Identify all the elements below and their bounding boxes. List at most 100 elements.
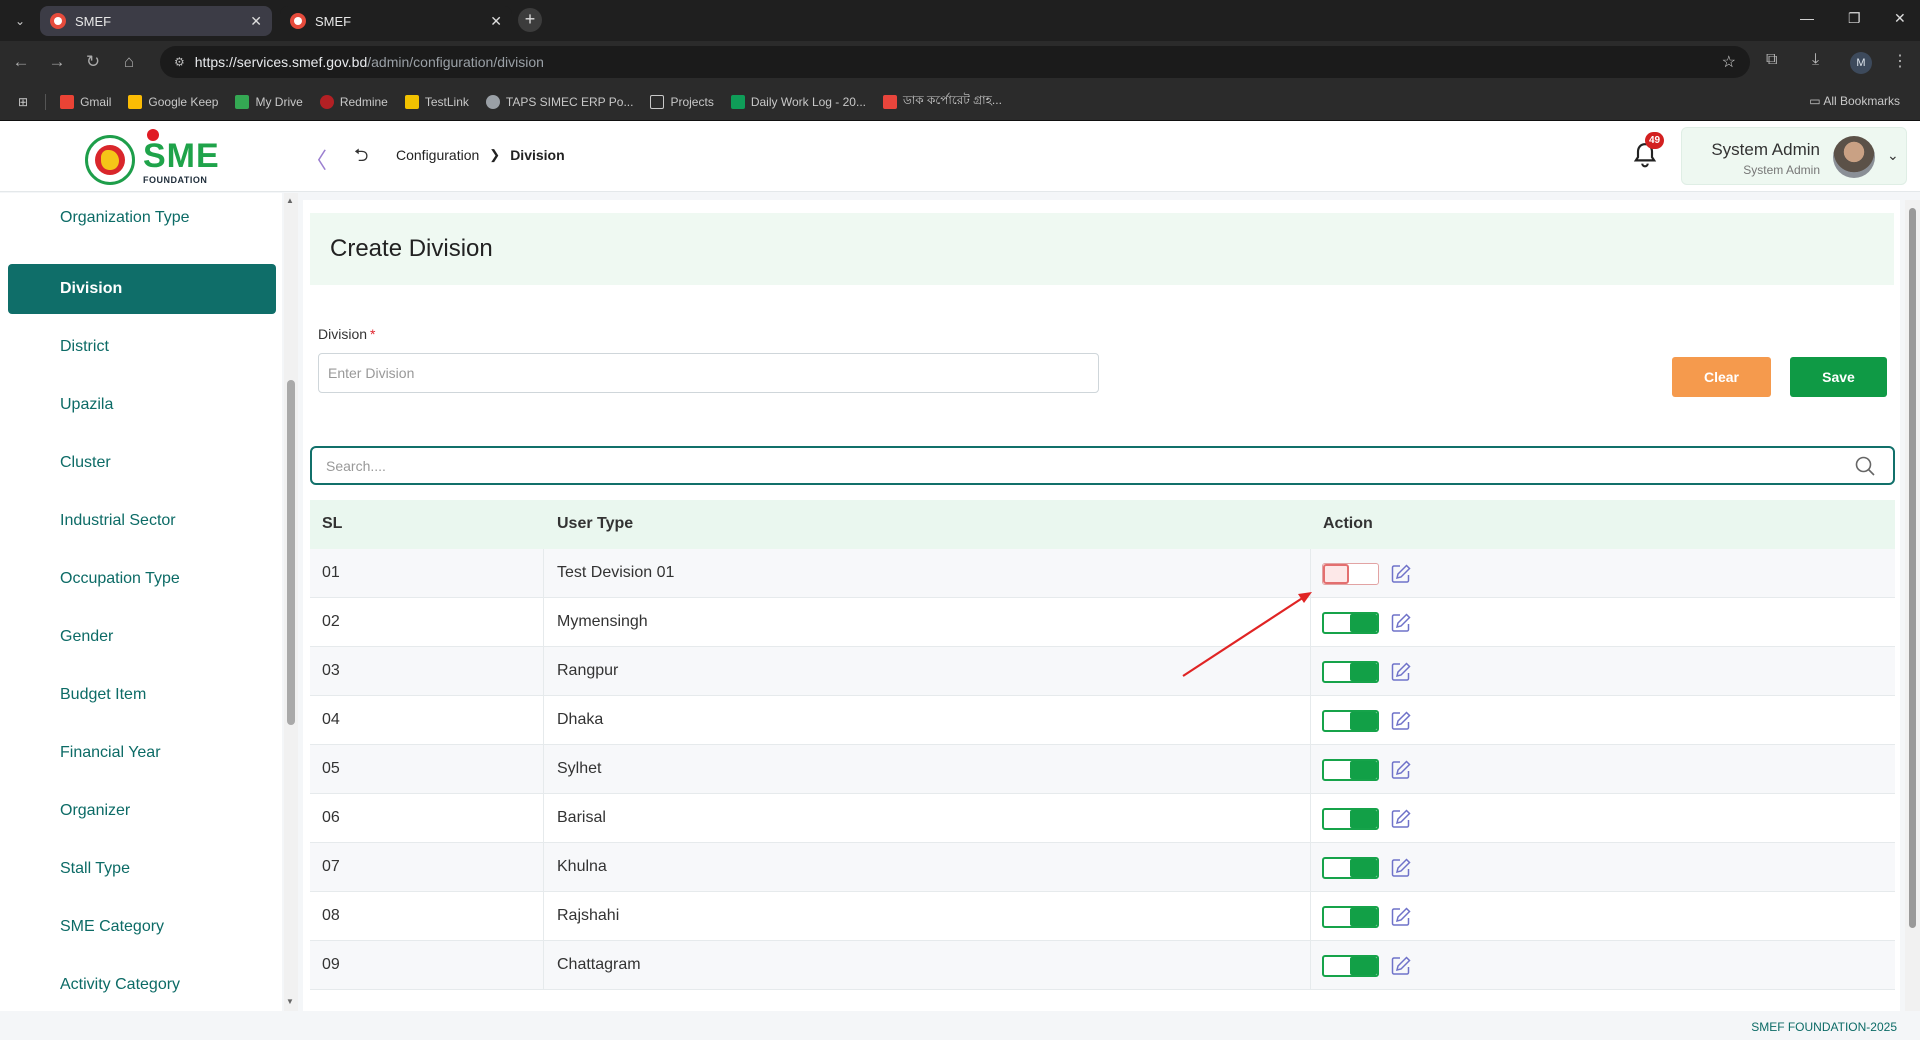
- sidebar-item-industrial-sector[interactable]: Industrial Sector: [8, 496, 276, 546]
- status-toggle[interactable]: [1322, 955, 1379, 977]
- cell-division-name: Rajshahi: [557, 907, 620, 924]
- sidebar-item-upazila[interactable]: Upazila: [8, 380, 276, 430]
- edit-icon[interactable]: [1390, 759, 1412, 781]
- undo-back-icon[interactable]: ⮌: [354, 143, 368, 173]
- minimize-icon[interactable]: —: [1800, 10, 1814, 26]
- new-tab-icon[interactable]: +: [518, 8, 542, 32]
- sidebar-item-gender[interactable]: Gender: [8, 612, 276, 662]
- scroll-up-icon[interactable]: ▲: [286, 196, 294, 205]
- sidebar-scrollbar-thumb[interactable]: [287, 380, 295, 725]
- sidebar-item-financial-year[interactable]: Financial Year: [8, 728, 276, 778]
- bookmark-star-icon[interactable]: ☆: [1722, 52, 1736, 72]
- main-scrollbar-thumb[interactable]: [1909, 208, 1916, 928]
- toggle-knob: [1323, 564, 1349, 584]
- edit-icon[interactable]: [1390, 612, 1412, 634]
- extensions-icon[interactable]: ⧉: [1766, 51, 1777, 69]
- sidebar-item-activity-category[interactable]: Activity Category: [8, 960, 276, 1010]
- breadcrumb-configuration[interactable]: Configuration: [396, 147, 479, 163]
- bookmark-daily-work-log[interactable]: Daily Work Log - 20...: [730, 94, 866, 109]
- edit-icon[interactable]: [1390, 563, 1412, 585]
- browser-tab-2[interactable]: SMEF ✕: [280, 6, 512, 36]
- apps-grid-icon[interactable]: ⊞: [18, 95, 28, 109]
- google-keep-icon: [128, 94, 143, 109]
- sidebar-collapse-icon[interactable]: 〈: [305, 143, 327, 175]
- sidebar-item-division[interactable]: Division: [8, 264, 276, 314]
- division-input[interactable]: [318, 353, 1099, 393]
- browser-tab-1[interactable]: SMEF ✕: [40, 6, 272, 36]
- bookmark-dak[interactable]: ডাক কর্পোরেট গ্রাহ...: [882, 92, 1002, 112]
- status-toggle[interactable]: [1322, 563, 1379, 585]
- sidebar-item-occupation-type[interactable]: Occupation Type: [8, 554, 276, 604]
- site-info-icon[interactable]: ⚙: [174, 55, 185, 69]
- status-toggle[interactable]: [1322, 710, 1379, 732]
- address-bar[interactable]: ⚙ https://services.smef.gov.bd/admin/con…: [160, 46, 1750, 78]
- bookmark-my-drive[interactable]: My Drive: [235, 94, 303, 109]
- tab-title: SMEF: [315, 13, 352, 29]
- restore-icon[interactable]: ❐: [1848, 10, 1861, 27]
- column-header-action: Action: [1323, 515, 1373, 532]
- app-header: SME FOUNDATION 〈 ⮌ Configuration ❯ Divis…: [0, 121, 1920, 192]
- sidebar-item-budget-item[interactable]: Budget Item: [8, 670, 276, 720]
- tab-search-menu-icon[interactable]: ⌄: [10, 11, 30, 31]
- bookmark-testlink[interactable]: TestLink: [404, 94, 469, 109]
- back-arrow-icon[interactable]: ←: [10, 52, 32, 72]
- cell-sl: 02: [322, 613, 340, 630]
- tab-close-icon[interactable]: ✕: [250, 13, 262, 30]
- sidebar-item-district[interactable]: District: [8, 322, 276, 372]
- dak-icon: [882, 94, 897, 109]
- edit-icon[interactable]: [1390, 661, 1412, 683]
- chevron-down-icon[interactable]: ⌄: [1887, 147, 1899, 164]
- edit-icon[interactable]: [1390, 808, 1412, 830]
- column-divider: [543, 843, 544, 891]
- search-input[interactable]: [326, 455, 1826, 477]
- home-icon[interactable]: ⌂: [118, 52, 140, 72]
- sidebar-item-stall-type[interactable]: Stall Type: [8, 844, 276, 894]
- column-divider: [543, 598, 544, 646]
- all-bookmarks[interactable]: ▭ All Bookmarks: [1809, 94, 1900, 108]
- sidebar: Organization Type Division District Upaz…: [0, 193, 282, 1011]
- sidebar-item-sme-category[interactable]: SME Category: [8, 902, 276, 952]
- downloads-icon[interactable]: ⤓: [1812, 51, 1819, 69]
- google-drive-icon: [235, 94, 250, 109]
- folder-icon: ▭: [1809, 94, 1824, 108]
- status-toggle[interactable]: [1322, 612, 1379, 634]
- browser-menu-icon[interactable]: ⋮: [1892, 51, 1908, 71]
- smef-logo[interactable]: SME FOUNDATION: [85, 129, 225, 185]
- user-menu[interactable]: System Admin System Admin ⌄: [1681, 127, 1907, 185]
- bookmark-taps-erp[interactable]: TAPS SIMEC ERP Po...: [485, 94, 633, 109]
- bookmark-redmine[interactable]: Redmine: [319, 94, 388, 109]
- status-toggle[interactable]: [1322, 857, 1379, 879]
- edit-icon[interactable]: [1390, 906, 1412, 928]
- forward-arrow-icon[interactable]: →: [46, 52, 68, 72]
- status-toggle[interactable]: [1322, 808, 1379, 830]
- sidebar-item-organization-type[interactable]: Organization Type: [8, 193, 276, 243]
- column-divider: [1310, 892, 1311, 940]
- status-toggle[interactable]: [1322, 759, 1379, 781]
- tab-title: SMEF: [75, 13, 112, 29]
- toggle-knob: [1350, 712, 1377, 730]
- close-window-icon[interactable]: ✕: [1894, 10, 1906, 27]
- bookmark-gmail[interactable]: Gmail: [60, 94, 111, 109]
- column-divider: [1310, 745, 1311, 793]
- save-button[interactable]: Save: [1790, 357, 1887, 397]
- sidebar-item-cluster[interactable]: Cluster: [8, 438, 276, 488]
- edit-icon[interactable]: [1390, 710, 1412, 732]
- required-mark: *: [370, 326, 376, 342]
- edit-icon[interactable]: [1390, 857, 1412, 879]
- reload-icon[interactable]: ↻: [82, 52, 104, 72]
- clear-button[interactable]: Clear: [1672, 357, 1771, 397]
- scroll-down-icon[interactable]: ▼: [286, 997, 294, 1006]
- edit-icon[interactable]: [1390, 955, 1412, 977]
- bookmark-google-keep[interactable]: Google Keep: [128, 94, 218, 109]
- status-toggle[interactable]: [1322, 906, 1379, 928]
- status-toggle[interactable]: [1322, 661, 1379, 683]
- footer: SMEF FOUNDATION-2025: [0, 1011, 1920, 1040]
- search-icon[interactable]: [1855, 456, 1875, 476]
- column-divider: [543, 745, 544, 793]
- sidebar-item-organizer[interactable]: Organizer: [8, 786, 276, 836]
- bookmark-projects[interactable]: Projects: [650, 94, 714, 109]
- profile-avatar[interactable]: M: [1850, 52, 1872, 74]
- tab-close-icon[interactable]: ✕: [490, 13, 502, 30]
- globe-icon: [485, 94, 500, 109]
- cell-sl: 01: [322, 564, 340, 581]
